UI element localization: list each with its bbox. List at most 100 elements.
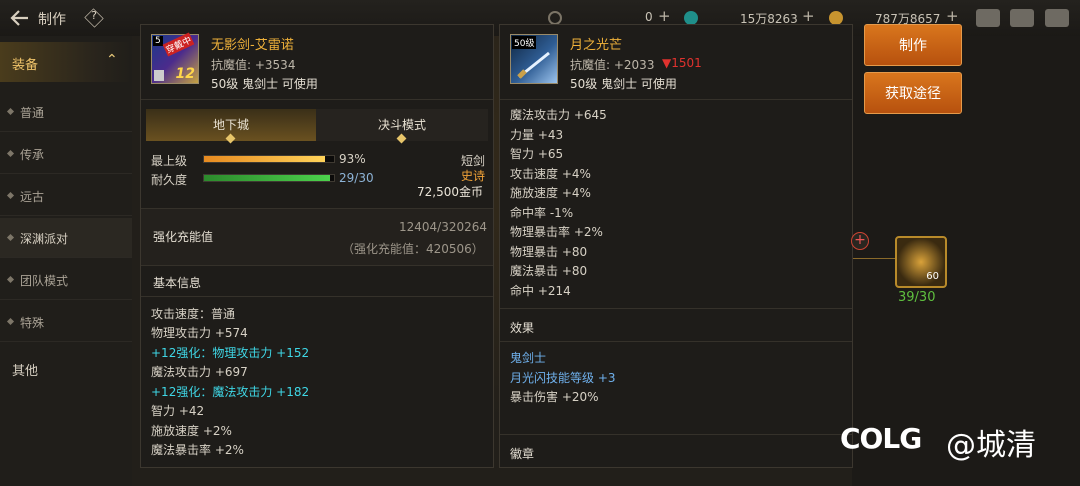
stat-line: 魔法暴击 +80 (510, 264, 588, 278)
equipped-item-tooltip: 5 穿戴中 12 无影剑-艾雷诺 抗魔值: +3534 50级 鬼剑士 可使用 … (140, 24, 494, 468)
stat-line-enhance: +12强化：魔法攻击力 +182 (151, 385, 310, 399)
equipped-tag: 穿戴中 (162, 32, 195, 57)
diamond-icon (6, 191, 15, 200)
diamond-icon (225, 133, 236, 144)
upgrade-percent: 93% (339, 152, 366, 166)
durability-bar (203, 174, 335, 182)
enhance-level-badge: 12 (175, 66, 195, 82)
durability-value: 29/30 (339, 171, 374, 185)
divider (141, 265, 493, 266)
gem-icon (684, 11, 698, 25)
tab-label: 地下城 (212, 118, 249, 132)
sidebar-item-abyss[interactable]: 深渊派对 (0, 218, 132, 258)
connector-line (853, 258, 895, 259)
stat-line: 攻击速度 +4% (510, 167, 591, 181)
sidebar-item-label: 特殊 (20, 316, 45, 330)
sidebar-item-raid[interactable]: 团队模式 (0, 260, 132, 300)
effect-skill: 月光闪技能等级 +3 (510, 371, 616, 385)
divider (0, 131, 132, 132)
divider (0, 173, 132, 174)
divider (500, 99, 852, 100)
plus-icon[interactable]: + (802, 7, 815, 25)
upgrade-bar (203, 155, 335, 163)
stat-line: 物理暴击 +80 (510, 245, 588, 259)
upgrade-label: 最上级 (151, 154, 188, 168)
plus-icon[interactable]: + (946, 7, 959, 25)
make-button[interactable]: 制作 (864, 24, 962, 66)
sidebar-item-label: 传承 (20, 148, 45, 162)
stat-line: 命中 +214 (510, 284, 571, 298)
sidebar-item-label: 深渊派对 (20, 232, 69, 246)
sidebar-item-special[interactable]: 特殊 (0, 302, 132, 342)
material-count: 39/30 (898, 290, 936, 305)
material-icon[interactable]: 60 (895, 236, 947, 288)
durability-bar-fill (204, 175, 330, 181)
add-slot-icon[interactable]: + (851, 232, 869, 250)
upgrade-bar-fill (204, 156, 325, 162)
coin-c-icon (548, 11, 562, 25)
sword-icon: 50级 (510, 34, 558, 84)
item-rarity: 史诗 (461, 169, 486, 183)
chat-icon[interactable] (1045, 9, 1069, 27)
charge-sub-value: （强化充能值：420506） (342, 242, 484, 256)
item-name: 月之光芒 (570, 38, 623, 53)
tab-dungeon[interactable]: 地下城 (146, 109, 316, 144)
stat-line: 魔法攻击力 +697 (151, 365, 248, 379)
stat-line: 物理攻击力 +574 (151, 326, 248, 340)
effect-class: 鬼剑士 (510, 351, 547, 365)
stat-line-enhance: +12强化：物理攻击力 +152 (151, 346, 310, 360)
stat-line: 智力 +65 (510, 147, 564, 161)
divider (0, 299, 132, 300)
durability-label: 耐久度 (151, 173, 188, 187)
anti-magic-diff: ▼1501 (662, 56, 702, 70)
chevron-up-icon: ⌃ (106, 52, 118, 68)
sidebar-category-equip[interactable]: 装备 ⌃ (0, 42, 132, 82)
diamond-icon (6, 149, 15, 158)
badge-title: 徽章 (510, 447, 535, 461)
weapon-icon: 5 穿戴中 12 (151, 32, 199, 84)
stat-line: 智力 +42 (151, 404, 205, 418)
divider (141, 99, 493, 100)
back-arrow-icon[interactable] (8, 8, 30, 28)
divider (0, 215, 132, 216)
sidebar-item-normal[interactable]: 普通 (0, 92, 132, 132)
pot-icon[interactable] (976, 9, 1000, 27)
stat-line: 施放速度 +2% (151, 424, 232, 438)
divider (141, 296, 493, 297)
divider (500, 341, 852, 342)
effect-title: 效果 (510, 321, 535, 335)
divider (0, 257, 132, 258)
tab-label: 决斗模式 (377, 118, 426, 132)
stat-line: 力量 +43 (510, 128, 564, 142)
sidebar-category-label: 装备 (12, 58, 39, 73)
anti-magic-value: 抗魔值: +3534 (211, 58, 296, 72)
watermark-logo: COLG (840, 422, 922, 455)
diamond-icon (6, 317, 15, 326)
plus-icon[interactable]: + (658, 7, 671, 25)
item-requirement: 50级 鬼剑士 可使用 (570, 77, 677, 91)
divider (500, 434, 852, 435)
stat-line: 命中率 -1% (510, 206, 574, 220)
sidebar-item-label: 远古 (20, 190, 45, 204)
divider (0, 341, 132, 342)
gold-icon (829, 11, 843, 25)
stat-line: 魔法暴击率 +2% (151, 443, 244, 457)
currency-value-1: 0 (645, 10, 653, 24)
anti-magic-value: 抗魔值: +2033 (570, 58, 655, 72)
mail-icon[interactable] (1010, 9, 1034, 27)
sidebar-item-inherit[interactable]: 传承 (0, 134, 132, 174)
sidebar-item-ancient[interactable]: 远古 (0, 176, 132, 216)
stat-line: 攻击速度：普通 (151, 307, 236, 321)
sidebar-category-other[interactable]: 其他 (0, 348, 132, 388)
diamond-icon (6, 107, 15, 116)
sidebar-item-label: 普通 (20, 106, 45, 120)
page-title: 制作 (38, 12, 66, 28)
diamond-icon (6, 233, 15, 242)
tab-pvp[interactable]: 决斗模式 (316, 109, 488, 144)
divider (500, 308, 852, 309)
charge-value: 12404/320264 (399, 220, 488, 234)
help-icon[interactable]: ? (84, 9, 104, 22)
stat-line: 施放速度 +4% (510, 186, 591, 200)
source-button[interactable]: 获取途径 (864, 72, 962, 114)
lock-icon (154, 70, 164, 81)
